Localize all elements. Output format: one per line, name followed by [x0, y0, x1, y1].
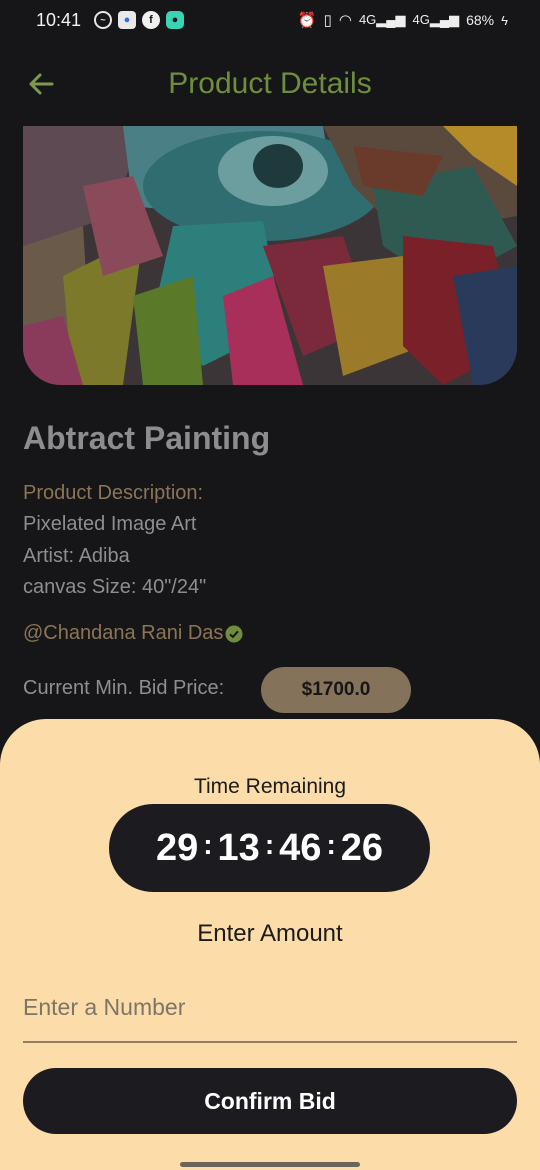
- notification-icons: ~ ● f ●: [94, 11, 184, 29]
- signal-4g-icon: 4G▂▄▆: [412, 12, 460, 27]
- amount-input[interactable]: [23, 973, 517, 1043]
- verified-badge-icon: [225, 625, 243, 643]
- artist-handle[interactable]: @Chandana Rani Das: [23, 622, 243, 645]
- product-image: [23, 126, 517, 385]
- timer-separator: :: [203, 829, 213, 860]
- description-line: canvas Size: 40"/24": [23, 576, 207, 598]
- timer-separator: :: [326, 829, 336, 860]
- timer-minutes: 46: [279, 826, 322, 869]
- vibrate-icon: ▯: [323, 12, 332, 29]
- signal-icon: ●: [118, 11, 136, 29]
- charging-icon: ϟ: [501, 12, 508, 28]
- system-icons: ⏰ ▯ ◠ 4G▂▄▆ 4G▂▄▆ 68% ϟ: [298, 11, 508, 29]
- status-bar: 10:41 ~ ● f ● ⏰ ▯ ◠ 4G▂▄▆ 4G▂▄▆ 68% ϟ: [0, 0, 540, 44]
- timer-seconds: 26: [340, 826, 384, 869]
- wifi-icon: ◠: [338, 12, 352, 29]
- bid-price-badge: $1700.0: [261, 667, 411, 713]
- app-bar: Product Details: [0, 55, 540, 113]
- messenger-icon: ~: [94, 11, 112, 29]
- description-line: Artist: Adiba: [23, 545, 130, 567]
- battery-level: 68%: [466, 12, 495, 28]
- product-name: Abtract Painting: [23, 420, 271, 456]
- timer-hours: 13: [217, 826, 260, 869]
- time-remaining-label: Time Remaining: [193, 775, 347, 798]
- timer-days: 29: [155, 826, 199, 869]
- confirm-bid-button[interactable]: Confirm Bid: [23, 1068, 517, 1134]
- home-indicator[interactable]: [180, 1162, 360, 1167]
- alarm-icon: ⏰: [297, 12, 317, 29]
- page-title: Product Details: [168, 67, 372, 100]
- description-label: Product Description:: [23, 482, 204, 504]
- bid-price-label: Current Min. Bid Price:: [23, 677, 225, 699]
- facebook-icon: f: [142, 11, 160, 29]
- status-time: 10:41: [36, 10, 82, 30]
- chat-icon: ●: [166, 11, 184, 29]
- signal-4g-icon: 4G▂▄▆: [358, 12, 406, 27]
- countdown-timer: 29 : 13 : 46 : 26: [109, 804, 430, 892]
- bid-sheet: Time Remaining 29 : 13 : 46 : 26 Enter A…: [0, 719, 540, 1170]
- enter-amount-label: Enter Amount: [197, 920, 343, 947]
- timer-separator: :: [264, 829, 275, 860]
- description-line: Pixelated Image Art: [23, 513, 197, 535]
- artist-handle-text: @Chandana Rani Das: [23, 622, 224, 644]
